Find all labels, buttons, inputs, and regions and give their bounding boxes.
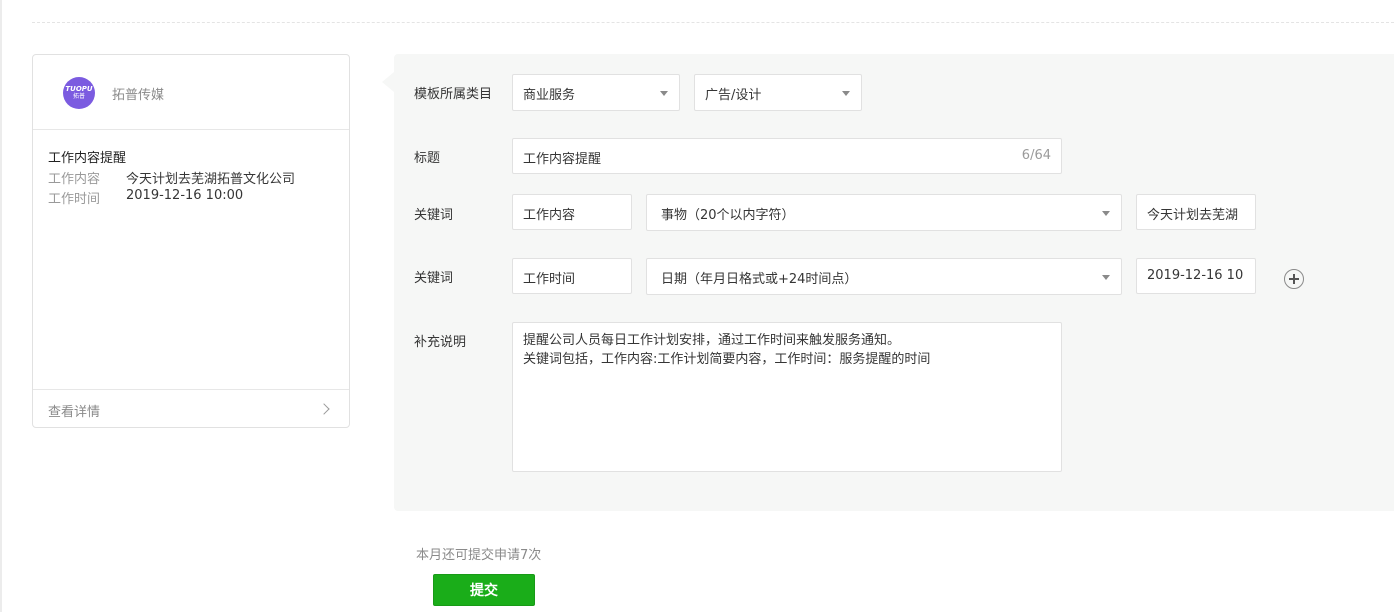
caret-down-icon <box>1102 275 1110 280</box>
keyword-name-value: 工作内容 <box>523 208 576 223</box>
keyword-example-value: 2019-12-16 10 <box>1147 268 1244 283</box>
panel-pointer-arrow <box>382 72 394 92</box>
preview-title: 工作内容提醒 <box>48 151 127 166</box>
avatar-logo-text: TUOPU <box>65 85 93 93</box>
view-details-link[interactable]: 查看详情 <box>33 389 349 430</box>
chevron-right-icon <box>318 403 330 415</box>
title-input[interactable]: 工作内容提醒 6/64 <box>512 138 1062 174</box>
keyword-name-input[interactable]: 工作内容 <box>512 194 632 230</box>
caret-down-icon <box>842 91 850 96</box>
keyword-type-value: 事物（20个以内字符） <box>661 208 795 223</box>
left-edge-border <box>0 0 2 612</box>
keyword-name-input[interactable]: 工作时间 <box>512 258 632 294</box>
category-primary-select[interactable]: 商业服务 <box>512 74 680 111</box>
keyword-label: 关键词 <box>414 208 454 223</box>
description-textarea[interactable]: 提醒公司人员每日工作计划安排，通过工作时间来触发服务通知。 关键词包括，工作内容… <box>512 322 1062 472</box>
category-secondary-select[interactable]: 广告/设计 <box>694 74 862 111</box>
description-line: 关键词包括，工作内容:工作计划简要内容，工作时间：服务提醒的时间 <box>523 352 931 367</box>
template-preview-card: TUOPU 拓普 拓普传媒 工作内容提醒 工作内容 今天计划去芜湖拓普文化公司 … <box>32 54 350 428</box>
top-divider <box>32 22 1394 23</box>
category-secondary-value: 广告/设计 <box>705 88 762 103</box>
preview-row-key: 工作时间 <box>48 192 101 207</box>
add-keyword-button[interactable] <box>1284 269 1304 289</box>
preview-row-value: 今天计划去芜湖拓普文化公司 <box>126 172 296 187</box>
description-line: 提醒公司人员每日工作计划安排，通过工作时间来触发服务通知。 <box>523 333 901 348</box>
description-label: 补充说明 <box>414 335 467 350</box>
submission-quota-text: 本月还可提交申请7次 <box>416 548 542 563</box>
account-avatar: TUOPU 拓普 <box>63 77 95 109</box>
keyword-type-value: 日期（年月日格式或+24时间点） <box>661 272 858 287</box>
category-primary-value: 商业服务 <box>523 88 576 103</box>
keyword-type-select[interactable]: 事物（20个以内字符） <box>646 194 1122 231</box>
title-input-value: 工作内容提醒 <box>523 152 602 167</box>
caret-down-icon <box>1102 211 1110 216</box>
submit-button[interactable]: 提交 <box>433 574 535 606</box>
keyword-example-value: 今天计划去芜湖 <box>1147 208 1239 223</box>
keyword-example-input[interactable]: 今天计划去芜湖 <box>1136 194 1256 230</box>
title-char-counter: 6/64 <box>1021 148 1051 163</box>
keyword-example-input[interactable]: 2019-12-16 10 <box>1136 258 1256 294</box>
account-name: 拓普传媒 <box>112 88 165 103</box>
caret-down-icon <box>660 91 668 96</box>
category-label: 模板所属类目 <box>414 87 493 102</box>
avatar-logo-subtext: 拓普 <box>72 93 85 100</box>
card-header: TUOPU 拓普 拓普传媒 <box>33 55 349 130</box>
title-label: 标题 <box>414 151 441 166</box>
template-form-panel: 模板所属类目 商业服务 广告/设计 标题 工作内容提醒 6/64 关键词 工作内… <box>394 54 1394 511</box>
keyword-name-value: 工作时间 <box>523 272 576 287</box>
view-details-label: 查看详情 <box>48 405 101 420</box>
preview-row-value: 2019-12-16 10:00 <box>126 188 244 203</box>
keyword-type-select[interactable]: 日期（年月日格式或+24时间点） <box>646 258 1122 295</box>
keyword-label: 关键词 <box>414 271 454 286</box>
preview-row-key: 工作内容 <box>48 172 101 187</box>
